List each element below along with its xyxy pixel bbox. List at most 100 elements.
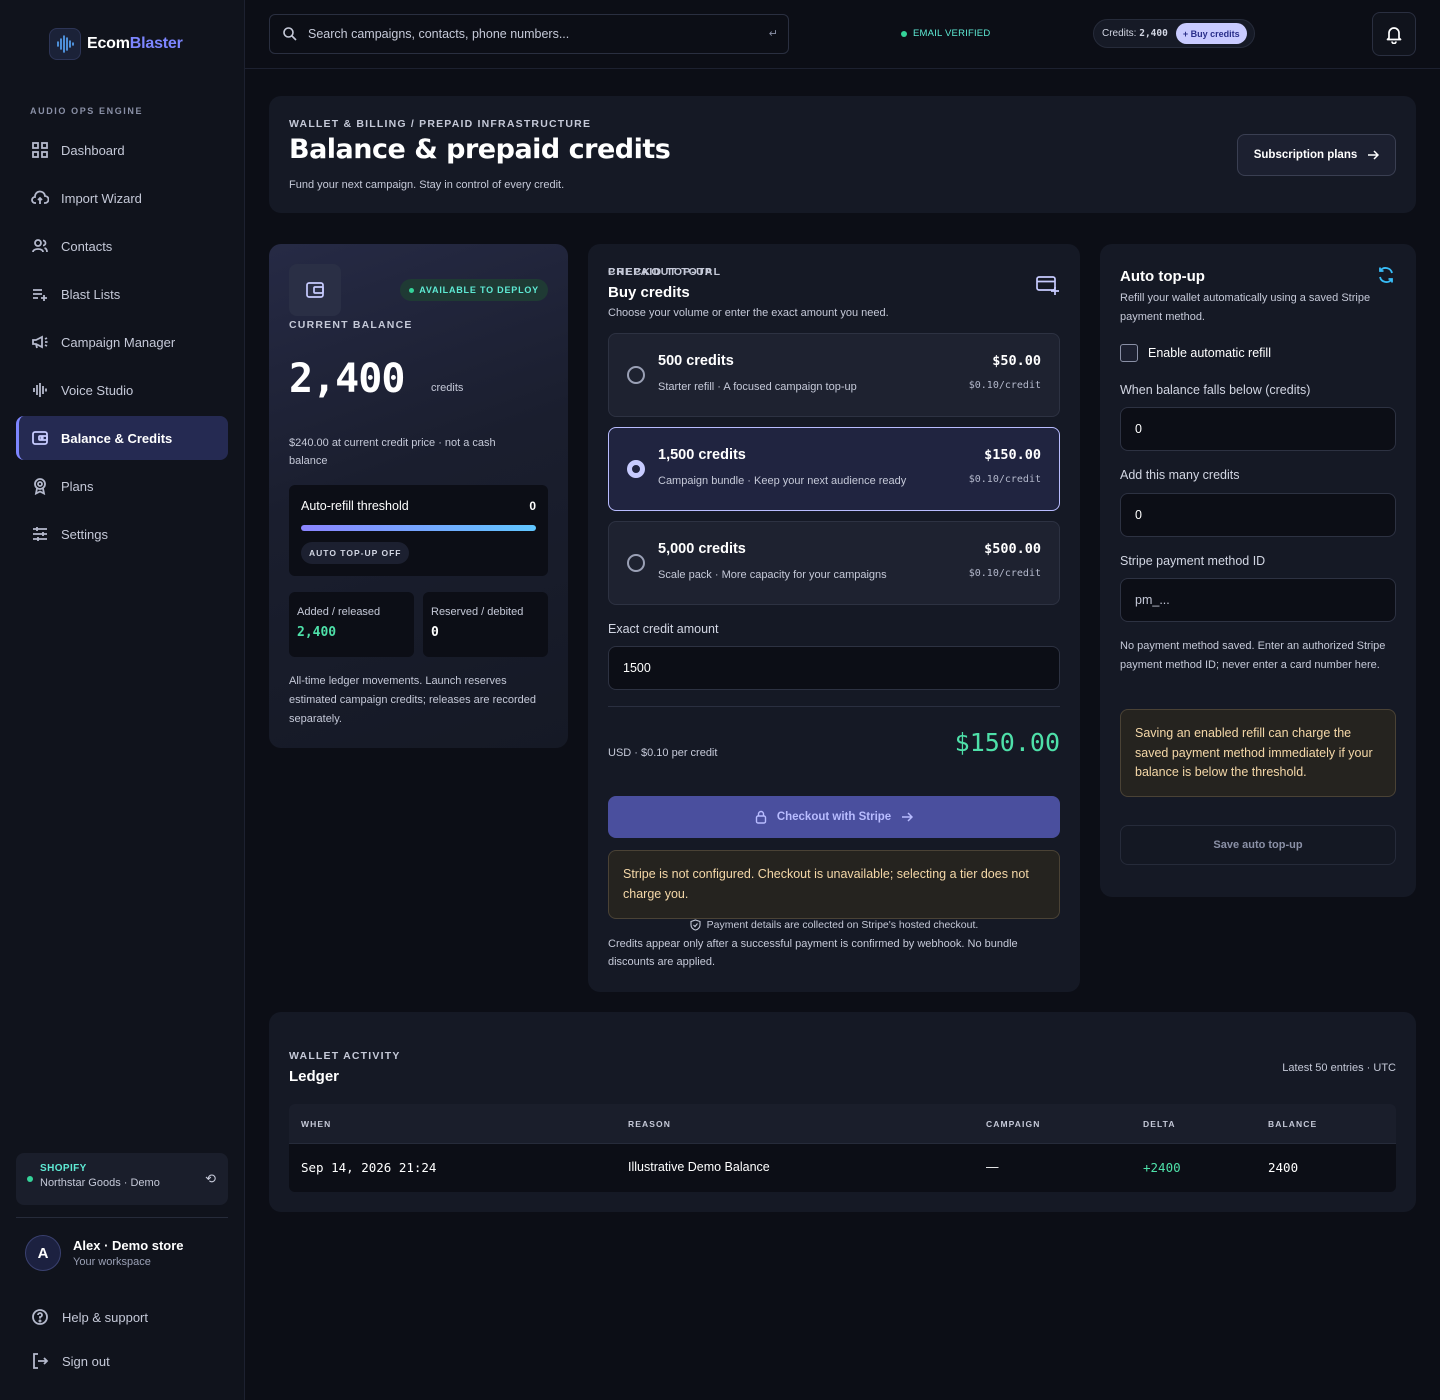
cell-reason: Illustrative Demo Balance <box>628 1160 770 1174</box>
buy-credits-button[interactable]: + Buy credits <box>1175 23 1247 44</box>
user-name: Alex · Demo store <box>73 1238 184 1253</box>
sidebar-item-label: Dashboard <box>61 142 125 158</box>
badge-icon <box>34 478 46 495</box>
enable-refill-checkbox[interactable]: Enable automatic refill <box>1120 344 1271 362</box>
subscription-plans-button[interactable]: Subscription plans <box>1237 134 1396 176</box>
tier-price: $150.00 <box>984 447 1041 463</box>
cell-when: Sep 14, 2026 21:24 <box>301 1160 437 1175</box>
sidebar-item-label: Balance & Credits <box>61 430 173 446</box>
topbar: ↵ EMAIL VERIFIED Credits: 2,400 + Buy cr… <box>245 0 1440 69</box>
sync-icon[interactable]: ⟲ <box>205 1171 216 1187</box>
column-header-campaign[interactable]: CAMPAIGN <box>986 1119 1040 1129</box>
column-header-when[interactable]: WHEN <box>301 1119 331 1129</box>
sidebar-item-contacts[interactable]: Contacts <box>16 224 228 268</box>
payment-method-label: Stripe payment method ID <box>1120 554 1266 568</box>
tier-option-500[interactable]: 500 credits Starter refill · A focused c… <box>608 333 1060 417</box>
tier-description: Starter refill · A focused campaign top-… <box>658 381 857 393</box>
sidebar: EcomBlaster AUDIO OPS ENGINE Dashboard I… <box>0 0 245 1400</box>
bell-icon <box>1386 27 1402 44</box>
tier-option-1500[interactable]: 1,500 credits Campaign bundle · Keep you… <box>608 427 1060 511</box>
tier-description: Scale pack · More capacity for your camp… <box>658 569 887 581</box>
tier-price: $50.00 <box>992 353 1041 369</box>
threshold-label: Auto-refill threshold <box>301 499 409 513</box>
list-add-icon <box>33 289 47 301</box>
tier-name: 500 credits <box>658 353 734 369</box>
secure-checkout-note: Payment details are collected on Stripe'… <box>608 919 1060 931</box>
tier-unit-price: $0.10/credit <box>968 474 1041 485</box>
checkout-with-stripe-button[interactable]: Checkout with Stripe <box>608 796 1060 838</box>
sidebar-item-label: Campaign Manager <box>61 334 176 350</box>
column-header-reason[interactable]: REASON <box>628 1119 671 1129</box>
radio-button[interactable] <box>627 460 645 478</box>
lock-icon <box>755 810 767 824</box>
current-balance-label: CURRENT BALANCE <box>289 319 413 331</box>
refill-warning: Saving an enabled refill can charge the … <box>1120 709 1396 797</box>
sidebar-item-campaign-manager[interactable]: Campaign Manager <box>16 320 228 364</box>
card-add-icon <box>1036 276 1059 295</box>
threshold-field-label: When balance falls below (credits) <box>1120 383 1311 397</box>
sign-out-link[interactable]: Sign out <box>31 1352 110 1370</box>
sidebar-item-settings[interactable]: Settings <box>16 512 228 556</box>
breadcrumb: WALLET & BILLING / PREPAID INFRASTRUCTUR… <box>289 118 592 130</box>
help-support-link[interactable]: Help & support <box>31 1308 148 1326</box>
section-title: Ledger <box>289 1068 340 1085</box>
save-auto-topup-button[interactable]: Save auto top-up <box>1120 825 1396 865</box>
sidebar-section-label: AUDIO OPS ENGINE <box>30 106 144 116</box>
checkout-total-sub: USD · $0.10 per credit <box>608 747 718 759</box>
tier-description: Campaign bundle · Keep your next audienc… <box>658 475 907 487</box>
column-header-balance[interactable]: BALANCE <box>1268 1119 1317 1129</box>
sidebar-item-balance-credits[interactable]: Balance & Credits <box>16 416 228 460</box>
radio-button[interactable] <box>627 366 645 384</box>
sidebar-item-blast-lists[interactable]: Blast Lists <box>16 272 228 316</box>
radio-button[interactable] <box>627 554 645 572</box>
workspace-label: Your workspace <box>73 1256 151 1268</box>
sliders-icon <box>33 527 47 541</box>
tier-unit-price: $0.10/credit <box>968 380 1041 391</box>
checkbox-label: Enable automatic refill <box>1148 346 1271 360</box>
waveform-icon <box>33 383 47 397</box>
column-header-delta[interactable]: DELTA <box>1143 1119 1176 1129</box>
stat-value: 0 <box>431 625 439 640</box>
page-header: WALLET & BILLING / PREPAID INFRASTRUCTUR… <box>269 96 1416 213</box>
logo-waveform-icon <box>49 28 81 60</box>
payment-method-input[interactable] <box>1120 578 1396 622</box>
divider <box>608 706 1060 707</box>
connected-dot <box>27 1176 33 1182</box>
section-title: Auto top-up <box>1120 268 1205 285</box>
reserved-debited-stat: Reserved / debited 0 <box>423 592 548 657</box>
exact-amount-input[interactable] <box>608 646 1060 690</box>
sidebar-item-voice-studio[interactable]: Voice Studio <box>16 368 228 412</box>
tier-price: $500.00 <box>984 541 1041 557</box>
megaphone-icon <box>32 335 48 349</box>
notifications-button[interactable] <box>1372 12 1416 56</box>
page-subtitle: Fund your next campaign. Stay in control… <box>289 179 565 191</box>
user-card[interactable]: A Alex · Demo store Your workspace <box>25 1235 184 1271</box>
sidebar-item-dashboard[interactable]: Dashboard <box>16 128 228 172</box>
enter-key-icon: ↵ <box>768 28 778 40</box>
section-title: Buy credits <box>608 284 690 301</box>
credits-label: Credits: 2,400 <box>1102 28 1168 39</box>
brand[interactable]: EcomBlaster <box>49 28 183 60</box>
store-name: Northstar Goods · Demo <box>40 1177 160 1189</box>
checkbox[interactable] <box>1120 344 1138 362</box>
cell-campaign: — <box>986 1160 999 1174</box>
sidebar-item-plans[interactable]: Plans <box>16 464 228 508</box>
sidebar-item-label: Plans <box>61 478 94 494</box>
sidebar-item-label: Contacts <box>61 238 113 254</box>
threshold-value: 0 <box>529 499 536 513</box>
status-dot <box>901 30 907 37</box>
threshold-progress-bar <box>301 525 536 531</box>
sidebar-item-label: Blast Lists <box>61 286 121 302</box>
store-connection-card[interactable]: SHOPIFY Northstar Goods · Demo ⟲ <box>16 1153 228 1205</box>
threshold-progress-fill <box>301 525 536 531</box>
sidebar-nav: Dashboard Import Wizard Contacts Blast L… <box>16 128 228 560</box>
threshold-input[interactable] <box>1120 407 1396 451</box>
sign-out-icon <box>33 1353 49 1369</box>
search-input[interactable] <box>308 27 748 41</box>
search-box[interactable]: ↵ <box>269 14 789 54</box>
sidebar-item-import-wizard[interactable]: Import Wizard <box>16 176 228 220</box>
refill-amount-input[interactable] <box>1120 493 1396 537</box>
refresh-icon <box>1379 267 1393 283</box>
email-status: EMAIL VERIFIED <box>913 28 991 39</box>
tier-option-5000[interactable]: 5,000 credits Scale pack · More capacity… <box>608 521 1060 605</box>
